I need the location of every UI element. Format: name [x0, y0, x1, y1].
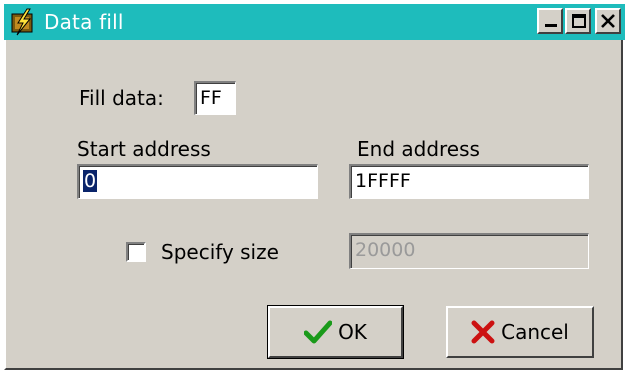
- ok-button[interactable]: OK: [267, 305, 404, 359]
- minimize-button[interactable]: [537, 8, 563, 34]
- start-address-label: Start address: [77, 137, 211, 161]
- end-address-input[interactable]: 1FFFF: [349, 164, 589, 199]
- maximize-button[interactable]: [565, 8, 591, 34]
- close-icon: [601, 14, 615, 28]
- fill-data-label: Fill data:: [79, 86, 164, 110]
- minimize-icon: [545, 24, 557, 27]
- cancel-button-label: Cancel: [501, 320, 569, 344]
- close-button[interactable]: [595, 8, 621, 34]
- window-title: Data fill: [44, 10, 124, 34]
- cancel-button[interactable]: Cancel: [446, 306, 594, 358]
- title-bar[interactable]: Data fill: [4, 4, 625, 40]
- start-address-value: 0: [83, 170, 98, 192]
- fill-data-input[interactable]: FF: [194, 81, 236, 115]
- maximize-icon: [572, 14, 586, 28]
- specify-size-checkbox[interactable]: [126, 242, 146, 262]
- data-fill-app-icon: [11, 8, 33, 36]
- cancel-x-icon: [471, 320, 495, 344]
- ok-button-label: OK: [338, 320, 367, 344]
- specify-size-label[interactable]: Specify size: [161, 240, 279, 264]
- end-address-label: End address: [357, 137, 480, 161]
- start-address-input[interactable]: 0: [77, 164, 318, 199]
- size-input: 20000: [349, 233, 589, 269]
- checkmark-icon: [304, 320, 333, 344]
